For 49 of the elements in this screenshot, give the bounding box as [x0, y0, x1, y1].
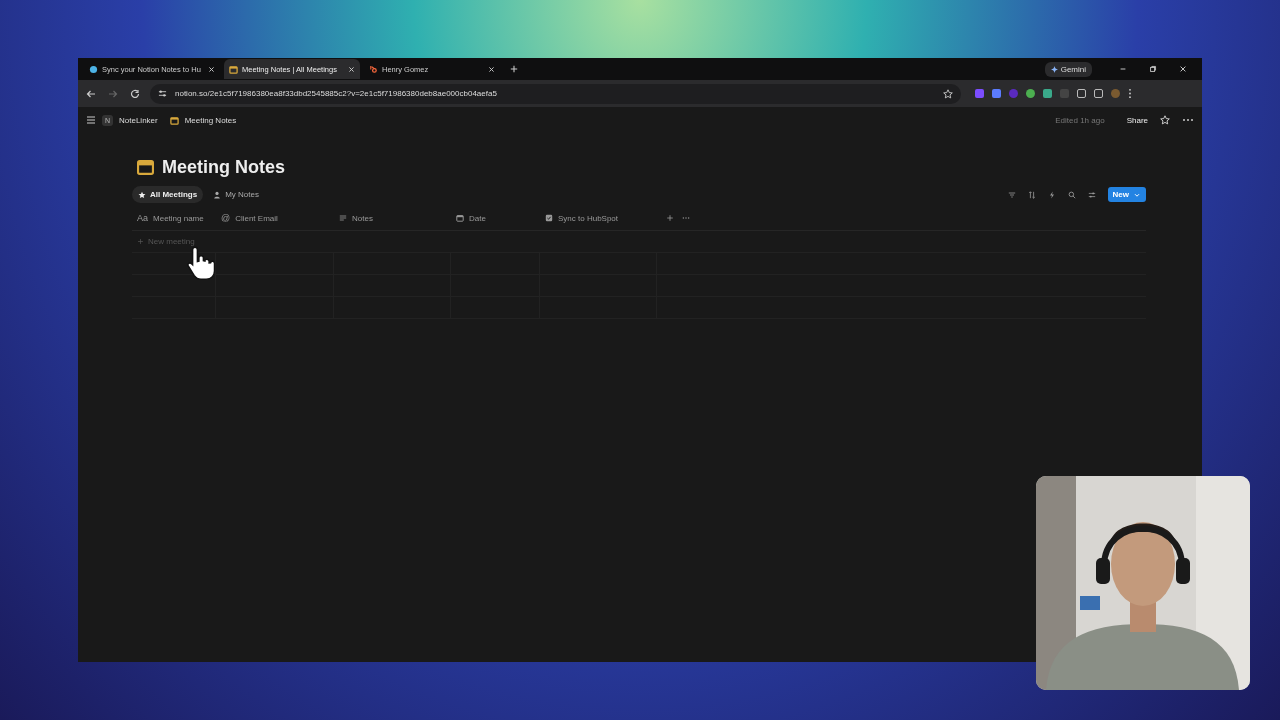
puzzle-icon[interactable]: [1077, 89, 1086, 98]
address-bar[interactable]: notion.so/2e1c5f71986380ea8f33dbd2545885c2?v=2e1c5f71986380deb8ae000cb04aefa5: [150, 83, 961, 104]
close-icon[interactable]: [208, 65, 215, 73]
view-tab[interactable]: All Meetings: [132, 186, 204, 203]
tab-search-icon[interactable]: [1094, 89, 1103, 98]
close-icon[interactable]: [488, 65, 495, 73]
edited-time: Edited 1h ago: [1055, 115, 1105, 125]
menu-icon[interactable]: [86, 115, 96, 125]
favorite-star-icon[interactable]: [1160, 115, 1170, 125]
person-icon: [213, 190, 222, 199]
site-settings-icon[interactable]: [158, 89, 167, 98]
column-header[interactable]: Aa Meeting name: [137, 213, 221, 223]
plus-icon: [137, 238, 144, 245]
sparkle-icon: [1050, 65, 1058, 73]
settings-icon[interactable]: [1087, 190, 1096, 199]
close-icon[interactable]: [1179, 65, 1187, 73]
column-header[interactable]: @ Client Email: [221, 213, 339, 223]
column-header[interactable]: Date: [456, 213, 545, 223]
sort-icon[interactable]: [1027, 190, 1036, 199]
close-icon[interactable]: [348, 65, 355, 73]
gemini-button[interactable]: Gemini: [1044, 61, 1092, 77]
checkbox-icon: [545, 214, 553, 222]
calendar-icon: [137, 159, 154, 176]
calendar-icon: [456, 214, 464, 222]
more-icon[interactable]: [1182, 118, 1194, 122]
sprocket-icon: [369, 64, 378, 74]
search-icon[interactable]: [1067, 190, 1076, 199]
add-column-icon[interactable]: [666, 214, 674, 222]
menu-icon[interactable]: [1128, 88, 1132, 99]
breadcrumb-link[interactable]: Meeting Notes: [184, 115, 237, 125]
column-header[interactable]: Sync to HubSpot: [545, 213, 662, 223]
share-button[interactable]: Share: [1120, 114, 1154, 126]
reload-icon[interactable]: [130, 88, 140, 99]
new-button[interactable]: New: [1107, 187, 1146, 202]
calendar-icon: [169, 115, 179, 125]
breadcrumb-link[interactable]: NoteLinker: [119, 115, 158, 125]
restore-icon[interactable]: [1149, 65, 1157, 73]
star-icon: [138, 190, 146, 199]
more-icon[interactable]: [682, 214, 690, 222]
minimize-icon[interactable]: [1119, 65, 1127, 73]
view-tab[interactable]: My Notes: [207, 186, 265, 203]
bookmark-star-icon[interactable]: [943, 88, 953, 99]
calendar-icon: [229, 64, 238, 74]
new-tab-icon[interactable]: [510, 65, 518, 73]
text-lines-icon: [339, 214, 347, 222]
globe-icon: [89, 64, 98, 74]
back-icon[interactable]: [86, 88, 96, 99]
column-header[interactable]: Notes: [339, 213, 456, 223]
page-title: Meeting Notes: [162, 157, 285, 178]
